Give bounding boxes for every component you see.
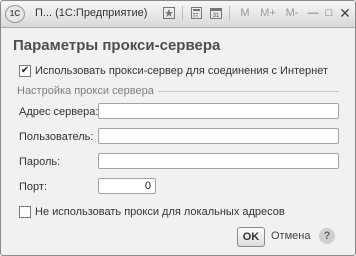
toolbar-separator [229, 6, 230, 20]
form-title: Параметры прокси-сервера [13, 37, 221, 54]
proxy-settings-section: Настройка прокси сервера [17, 85, 339, 97]
password-input[interactable] [98, 153, 339, 169]
use-proxy-checkbox[interactable]: ✔ [19, 65, 31, 77]
window-title: П... (1С:Предприятие) [35, 7, 148, 19]
proxy-settings-window: 1С П... (1С:Предприятие) 31 M M+ M- — □ … [0, 0, 356, 256]
memory-button[interactable]: M [237, 5, 253, 21]
user-label: Пользователь: [19, 131, 94, 143]
restore-button[interactable]: □ [321, 5, 337, 21]
title-bar: 1С П... (1С:Предприятие) 31 M M+ M- — □ … [1, 1, 355, 28]
favorite-icon[interactable] [161, 5, 177, 21]
ok-button[interactable]: OK [237, 227, 265, 247]
calculator-icon[interactable] [188, 5, 204, 21]
svg-text:31: 31 [213, 13, 220, 19]
use-proxy-row[interactable]: ✔ Использовать прокси-сервер для соедине… [19, 65, 328, 77]
cancel-button[interactable]: Отмена [271, 230, 310, 242]
minimize-button[interactable]: — [305, 5, 321, 21]
app-logo-icon: 1С [5, 5, 25, 23]
port-input[interactable]: 0 [98, 178, 156, 194]
help-button[interactable]: ? [319, 228, 335, 244]
password-label: Пароль: [19, 156, 61, 168]
port-label: Порт: [19, 181, 47, 193]
calendar-icon[interactable]: 31 [208, 5, 224, 21]
server-label: Адрес сервера: [19, 106, 99, 118]
bypass-local-label[interactable]: Не использовать прокси для локальных адр… [35, 206, 285, 218]
memory-minus-button[interactable]: M- [282, 5, 302, 21]
use-proxy-label[interactable]: Использовать прокси-сервер для соединени… [35, 65, 328, 77]
bypass-local-checkbox[interactable] [19, 206, 31, 218]
section-title: Настройка прокси сервера [17, 85, 158, 97]
user-input[interactable] [98, 128, 339, 144]
close-button[interactable]: ✕ [337, 5, 353, 21]
memory-plus-button[interactable]: M+ [258, 5, 278, 21]
toolbar-separator [182, 6, 183, 20]
bypass-local-row[interactable]: Не использовать прокси для локальных адр… [19, 206, 285, 218]
server-input[interactable] [98, 103, 339, 119]
